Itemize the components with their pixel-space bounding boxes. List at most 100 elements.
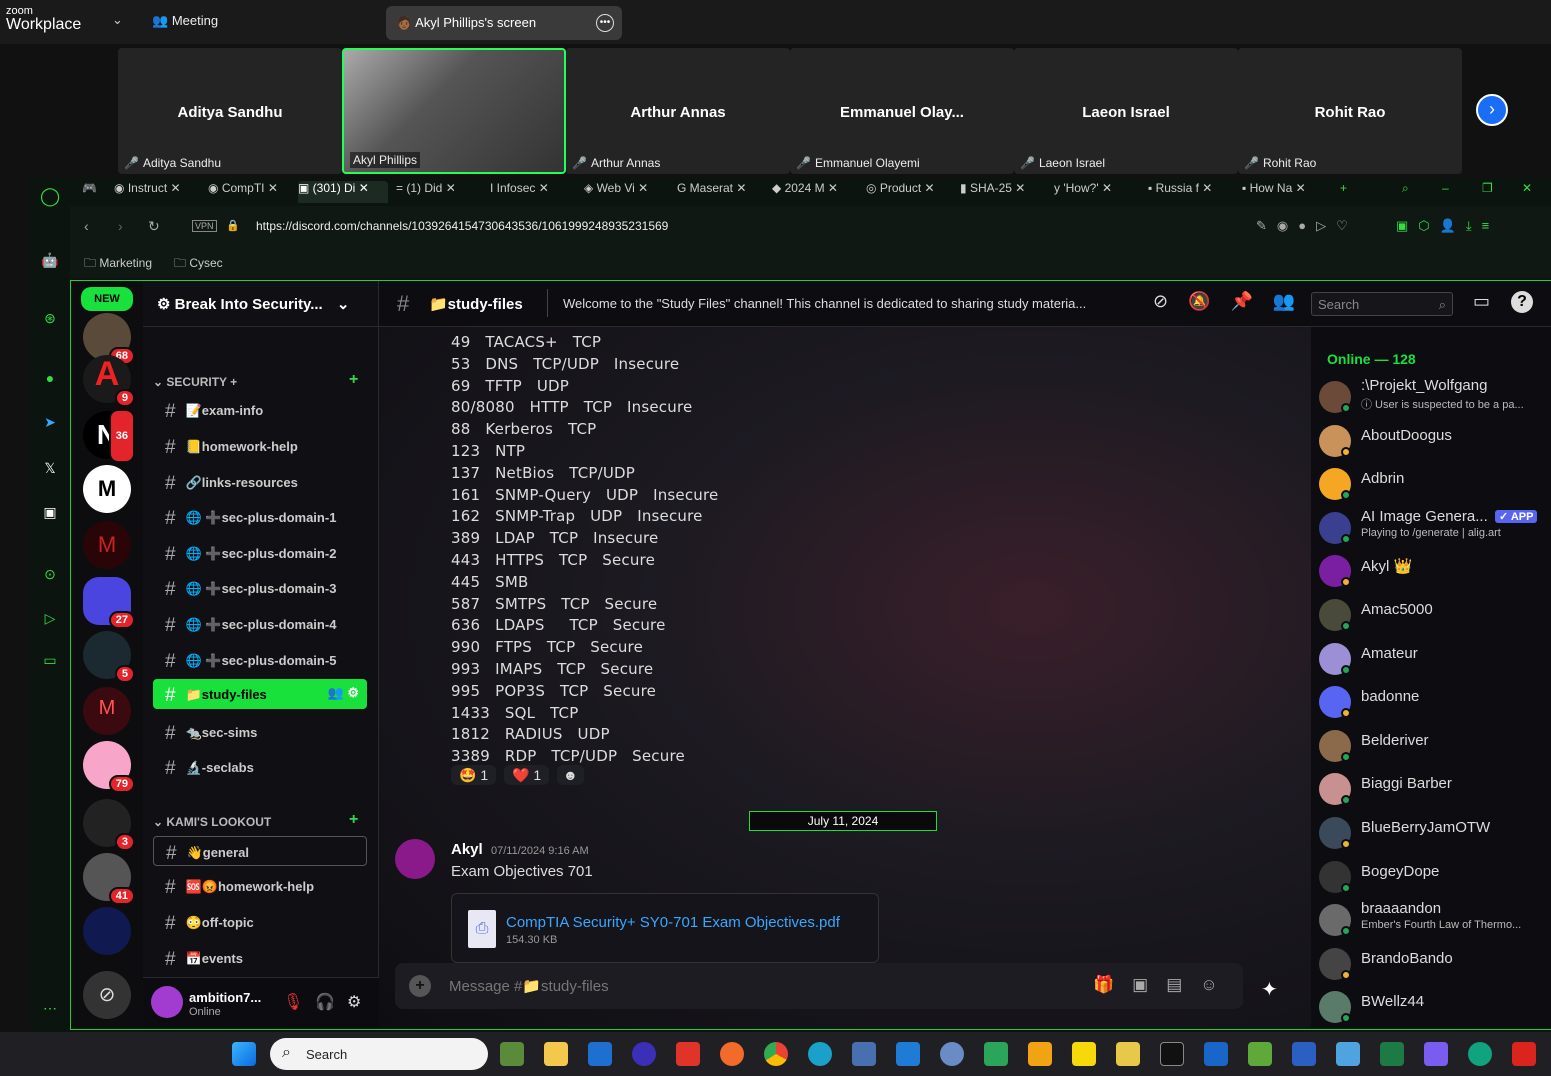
channel-homework-help[interactable]: # 📒homework-help (153, 431, 367, 461)
tab[interactable]: ◉ CompTI ✕ (208, 181, 292, 203)
headphones-icon[interactable]: 🎧 (315, 992, 335, 1012)
server-icon[interactable]: 27 (83, 577, 135, 629)
terminal-icon[interactable] (1160, 1042, 1184, 1066)
discord-icon[interactable]: ▣ (40, 504, 60, 524)
chatgpt-icon[interactable] (1468, 1042, 1492, 1066)
channel-exam-info[interactable]: # 📝exam-info (153, 395, 367, 425)
search-icon[interactable]: ⌕ (1402, 181, 1418, 203)
tab-gaming-icon[interactable]: 🎮 (82, 181, 100, 203)
restore-button[interactable]: ❐ (1482, 181, 1496, 203)
taskbar-app-icon[interactable] (1116, 1042, 1140, 1066)
ai-icon[interactable]: 🤖 (40, 252, 60, 272)
notepad-icon[interactable] (1336, 1042, 1360, 1066)
opera-logo-icon[interactable]: ◯ (40, 186, 60, 206)
more-icon[interactable]: ⋯ (40, 1000, 60, 1020)
acrobat-icon[interactable] (1512, 1042, 1536, 1066)
r-icon[interactable] (940, 1042, 964, 1066)
server-header[interactable]: ⚙ Break Into Security... ⌄ (143, 281, 379, 327)
file-attachment[interactable]: ⎙ CompTIA Security+ SY0-701 Exam Objecti… (451, 893, 879, 963)
channel-sec-plus-domain-3[interactable]: # 🌐 ➕sec-plus-domain-3 (153, 573, 367, 603)
reaction-button[interactable]: ❤️ 1 (504, 765, 550, 785)
taskbar-app-icon[interactable] (632, 1042, 656, 1066)
category-security[interactable]: ⌄ SECURITY + + (153, 371, 358, 389)
participant-tile[interactable]: Aditya Sandhu 🎤 Aditya Sandhu (118, 48, 342, 174)
word-icon[interactable] (1292, 1042, 1316, 1066)
member-item[interactable]: AI Image Genera... ✓ APP Playing to /gener… (1319, 508, 1549, 548)
taskbar-app-icon[interactable] (984, 1042, 1008, 1066)
tab[interactable]: I Infosec ✕ (490, 181, 570, 203)
powershell-icon[interactable] (1204, 1042, 1228, 1066)
excel-icon[interactable] (1380, 1042, 1404, 1066)
outlook-icon[interactable] (588, 1042, 612, 1066)
bookmark-folder-marketing[interactable]: 🗀 Marketing (84, 254, 152, 275)
participant-tile[interactable]: Arthur Annas 🎤 Arthur Annas (566, 48, 790, 174)
chrome-icon[interactable] (764, 1042, 788, 1066)
tab[interactable]: ▪ Russia f ✕ (1148, 181, 1228, 203)
send-icon[interactable]: ▷ (40, 610, 60, 630)
member-item[interactable]: Amac5000 (1319, 595, 1549, 635)
member-item[interactable]: AboutDoogus (1319, 421, 1549, 461)
vscode-icon[interactable] (896, 1042, 920, 1066)
category-kamis-lookout[interactable]: ⌄ KAMI'S LOOKOUT + (153, 811, 358, 829)
channel-sec-plus-domain-2[interactable]: # 🌐 ➕sec-plus-domain-2 (153, 538, 367, 568)
channel-study-files[interactable]: # 📁study-files 👥 ⚙ (153, 679, 367, 709)
file-explorer-icon[interactable] (544, 1042, 568, 1066)
server-icon[interactable]: 41 (83, 853, 135, 905)
member-item[interactable]: Belderiver (1319, 726, 1549, 766)
avatar[interactable] (151, 986, 183, 1018)
channel-sec-plus-domain-1[interactable]: # 🌐 ➕sec-plus-domain-1 (153, 502, 367, 532)
taskbar-search-input[interactable]: ⌕ Search (270, 1038, 488, 1070)
telegram-icon[interactable]: ➤ (40, 414, 60, 434)
chatgpt-icon[interactable]: ⊛ (40, 310, 60, 330)
channel-sec-plus-domain-5[interactable]: # 🌐 ➕sec-plus-domain-5 (153, 645, 367, 675)
reload-icon[interactable]: ↻ (148, 218, 160, 235)
meeting-button[interactable]: 👥 Meeting (152, 13, 218, 29)
toolbar-icons[interactable]: ✎◉●▷♡ (1256, 218, 1358, 234)
file-link[interactable]: CompTIA Security+ SY0-701 Exam Objective… (506, 914, 840, 931)
tab[interactable]: ◈ Web Vi ✕ (584, 181, 668, 203)
add-reaction-icon[interactable]: ☻ (557, 765, 584, 785)
avatar[interactable] (395, 839, 435, 879)
message-author[interactable]: Akyl (451, 841, 483, 858)
composer-action-icons[interactable]: 🎁▣▤☺ (1093, 975, 1236, 995)
participant-tile[interactable]: Emmanuel Olay... 🎤 Emmanuel Olayemi (790, 48, 1014, 174)
channel-events[interactable]: # 📅events (153, 943, 367, 973)
gear-icon[interactable]: ⚙ (347, 992, 361, 1012)
edge-icon[interactable] (808, 1042, 832, 1066)
more-icon[interactable]: ••• (596, 14, 614, 32)
whatsapp-icon[interactable]: ● (40, 370, 60, 390)
member-item[interactable]: Biaggi Barber (1319, 769, 1549, 809)
minimize-button[interactable]: – (1442, 181, 1456, 203)
discover-icon[interactable]: ⊘ (83, 971, 131, 1019)
channel-sec-sims[interactable]: # 🐀sec-sims (153, 717, 367, 747)
taskbar-app-icon[interactable] (500, 1042, 524, 1066)
tab-active[interactable]: ▣ (301) Di ✕ (298, 181, 388, 203)
participant-tile[interactable]: Laeon Israel 🎤 Laeon Israel (1014, 48, 1238, 174)
x-icon[interactable]: 𝕏 (40, 460, 60, 480)
next-page-button[interactable]: › (1476, 94, 1508, 126)
member-item[interactable]: BrandoBando (1319, 944, 1549, 984)
member-item[interactable]: :\Projekt_Wolfgang ⓘ User is suspected to… (1319, 377, 1549, 417)
channel-homework-help-2[interactable]: # 🆘😡homework-help (153, 871, 367, 901)
vpn-badge[interactable]: VPN (192, 220, 217, 232)
tab[interactable]: G Maserat ✕ (677, 181, 763, 203)
search-input[interactable]: Search ⌕ (1311, 292, 1453, 316)
member-item[interactable]: BlueBerryJamOTW (1319, 813, 1549, 853)
tab[interactable]: ◆ 2024 M ✕ (772, 181, 858, 203)
close-button[interactable]: ✕ (1522, 181, 1536, 203)
tab[interactable]: ◉ Instruct ✕ (114, 181, 204, 203)
add-attachment-icon[interactable]: + (409, 975, 431, 997)
windows-start-icon[interactable] (232, 1042, 256, 1066)
taskbar-app-icon[interactable] (1028, 1042, 1052, 1066)
channel-topic[interactable]: Welcome to the "Study Files" channel! Th… (563, 296, 1086, 311)
chevron-down-icon[interactable]: ⌄ (112, 12, 123, 28)
bookmark-folder-cysec[interactable]: 🗀 Cysec (174, 254, 223, 275)
header-action-icons[interactable]: ⊘🔕📌👥 (1153, 291, 1315, 312)
member-item[interactable]: Amateur (1319, 639, 1549, 679)
tab[interactable]: ◎ Product ✕ (866, 181, 950, 203)
tab[interactable]: y 'How?' ✕ (1054, 181, 1134, 203)
screen-share-indicator[interactable]: 🧑🏾 Akyl Phillips's screen ••• (386, 6, 622, 40)
member-item[interactable]: badonne (1319, 682, 1549, 722)
member-item[interactable]: BWellz44 (1319, 987, 1549, 1027)
member-item[interactable]: BogeyDope (1319, 857, 1549, 897)
